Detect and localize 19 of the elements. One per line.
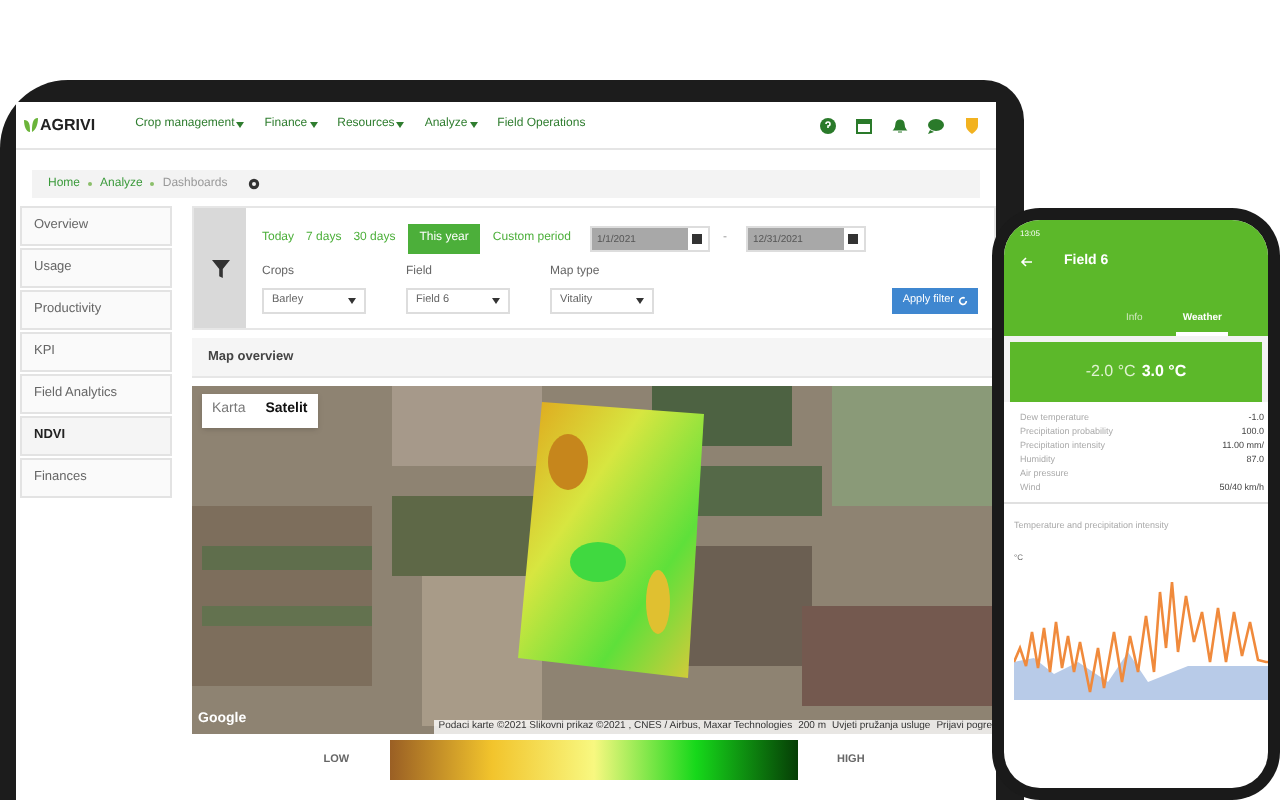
min-temperature: -2.0 °C bbox=[1085, 360, 1136, 384]
filter-clear-button[interactable] bbox=[194, 208, 246, 328]
refresh-icon bbox=[958, 296, 968, 306]
help-icon[interactable] bbox=[820, 117, 836, 133]
caret-icon bbox=[348, 298, 356, 304]
calendar-icon[interactable] bbox=[856, 117, 872, 133]
filter-icon bbox=[211, 259, 229, 277]
caret-icon bbox=[469, 122, 478, 128]
chat-icon[interactable] bbox=[928, 117, 944, 133]
caret-icon bbox=[636, 298, 644, 304]
caret-icon bbox=[396, 122, 405, 128]
settings-icon[interactable] bbox=[247, 178, 260, 190]
caret-icon bbox=[309, 122, 318, 128]
max-temperature: 3.0 °C bbox=[1141, 360, 1187, 384]
caret-icon bbox=[236, 122, 245, 128]
logo-text: AGRIVI bbox=[40, 113, 96, 137]
caret-icon bbox=[492, 298, 500, 304]
bell-icon[interactable] bbox=[892, 117, 908, 133]
leaf-logo-icon bbox=[24, 118, 38, 132]
